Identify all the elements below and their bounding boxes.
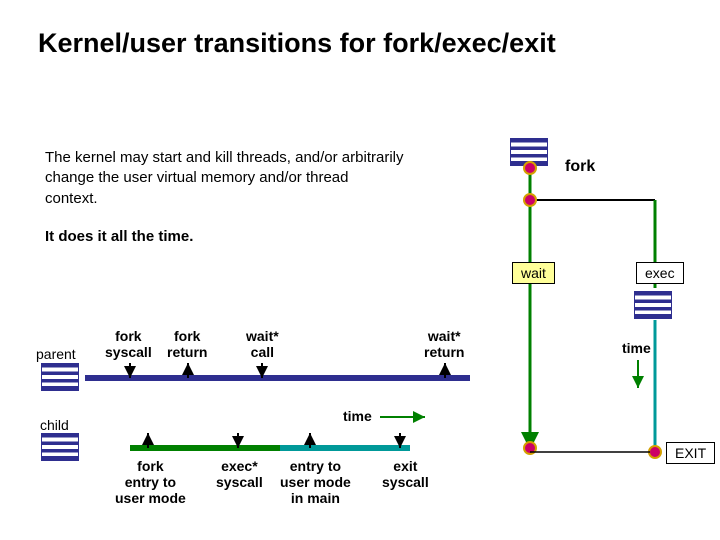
node-start <box>524 162 536 174</box>
label-exec-syscall: exec* syscall <box>216 458 263 490</box>
label-fork-syscall: fork syscall <box>105 328 152 360</box>
node-exit <box>649 446 661 458</box>
label-parent: parent <box>36 346 76 362</box>
label-time-2: time <box>622 340 651 356</box>
label-fork-entry: fork entry to user mode <box>115 458 186 506</box>
label-fork-right: fork <box>565 158 595 176</box>
box-wait: wait <box>512 262 555 284</box>
timeline-diagram <box>0 0 720 540</box>
label-wait-call: wait* call <box>246 328 279 360</box>
label-exit-syscall: exit syscall <box>382 458 429 490</box>
label-child: child <box>40 417 69 433</box>
box-exit: EXIT <box>666 442 715 464</box>
label-time-1: time <box>343 408 372 424</box>
box-exec: exec <box>636 262 684 284</box>
label-fork-return: fork return <box>167 328 207 360</box>
label-entry-main: entry to user mode in main <box>280 458 351 506</box>
node-fork <box>524 194 536 206</box>
label-wait-return: wait* return <box>424 328 464 360</box>
